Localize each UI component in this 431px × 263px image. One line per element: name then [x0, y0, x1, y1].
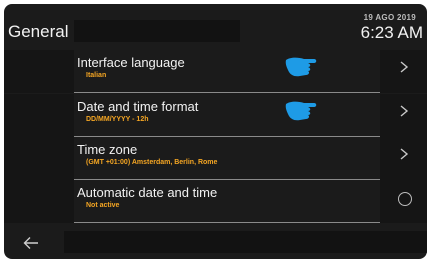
current-date: 19 AGO 2019 [363, 13, 416, 22]
row-left-panel [4, 137, 74, 180]
divider [74, 222, 380, 223]
pointing-hand-icon [285, 57, 317, 77]
header-bar [74, 20, 240, 42]
setting-label: Interface language [77, 55, 185, 70]
setting-automatic-date-time[interactable]: Automatic date and time Not active [74, 180, 380, 223]
row-left-panel [4, 94, 74, 137]
setting-label: Automatic date and time [77, 185, 218, 200]
divider [74, 92, 380, 93]
pointing-hand-icon [285, 101, 317, 121]
header: General 19 AGO 2019 6:23 AM [4, 4, 427, 44]
setting-time-zone[interactable]: Time zone (GMT +01:00) Amsterdam, Berlin… [74, 137, 380, 180]
page-title: General [8, 22, 69, 41]
settings-screen: General 19 AGO 2019 6:23 AM Interface la… [4, 4, 427, 259]
back-arrow-icon[interactable] [23, 236, 39, 250]
setting-value: Not active [86, 202, 120, 209]
footer [4, 226, 427, 259]
setting-label: Time zone [77, 142, 138, 157]
setting-date-time-format[interactable]: Date and time format DD/MM/YYYY - 12h [74, 94, 380, 137]
current-time: 6:23 AM [360, 23, 423, 42]
setting-value: DD/MM/YYYY - 12h [86, 116, 149, 123]
setting-label: Date and time format [77, 99, 199, 114]
automatic-date-time-toggle[interactable] [398, 192, 412, 206]
row-left-panel [4, 50, 74, 93]
footer-bar [64, 231, 427, 253]
setting-value: (GMT +01:00) Amsterdam, Berlin, Rome [86, 159, 218, 166]
row-left-panel [4, 180, 74, 223]
chevron-right-icon[interactable] [398, 61, 410, 73]
chevron-right-icon[interactable] [398, 105, 410, 117]
chevron-right-icon[interactable] [398, 148, 410, 160]
setting-value: Italian [86, 72, 107, 79]
setting-interface-language[interactable]: Interface language Italian [74, 50, 380, 93]
